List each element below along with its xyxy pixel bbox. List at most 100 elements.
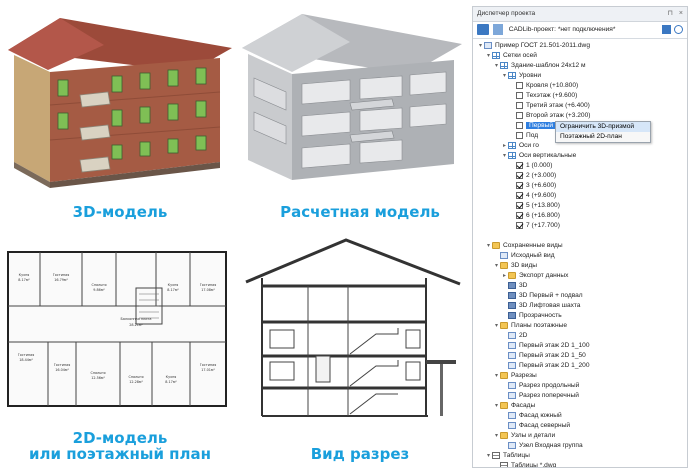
tree-item-v2[interactable]: 2 (+3.000) [473, 171, 556, 181]
tree-item-tabs[interactable]: ▾ Таблицы [473, 451, 530, 461]
connect-icon[interactable] [492, 23, 503, 35]
expand-down-icon[interactable]: ▾ [477, 41, 484, 51]
tree-item-t1[interactable]: Таблицы *.dwg [473, 461, 556, 467]
view-icon [508, 381, 516, 389]
tree-item-p50[interactable]: Первый этаж 2D 1_50 [473, 351, 586, 361]
tree-item-bldg[interactable]: ▾ Здание-шаблон 24x12 м [473, 61, 586, 71]
menu-item-floor-2d-plan[interactable]: Поэтажный 2D-план [556, 132, 650, 142]
folder-icon [500, 401, 508, 409]
cube-icon [508, 291, 516, 299]
checkbox[interactable] [516, 101, 523, 109]
close-icon[interactable]: × [679, 7, 683, 21]
expand-down-icon[interactable]: ▾ [493, 261, 500, 271]
tree-item-p100[interactable]: Первый этаж 2D 1_100 [473, 341, 590, 351]
tree-item-c1[interactable]: Разрез продольный [473, 381, 579, 391]
tree-item-v7[interactable]: 7 (+17.700) [473, 221, 560, 231]
expand-down-icon[interactable]: ▾ [485, 241, 492, 251]
expand-right-icon[interactable]: ▸ [501, 141, 508, 151]
caption-calc-model: Расчетная модель [280, 203, 440, 221]
view-icon [508, 391, 516, 399]
caption-3d-model: 3D-модель [72, 203, 168, 221]
checkbox[interactable] [516, 181, 523, 189]
tree-item-p2d[interactable]: 2D [473, 331, 527, 341]
view-icon [508, 421, 516, 429]
calc-model-image [242, 14, 462, 180]
tree-item-d3d[interactable]: 3D [473, 281, 527, 291]
checkbox[interactable] [516, 211, 523, 219]
tree-item-label: Первый этаж 2D 1_200 [519, 362, 590, 369]
grid-icon [508, 71, 516, 79]
checkbox[interactable] [516, 161, 523, 169]
tree-item-label: Техэтаж (+9.600) [526, 92, 578, 99]
tree-item-v3[interactable]: 3 (+6.600) [473, 181, 556, 191]
tree-item-nodes[interactable]: ▾ Узлы и детали [473, 431, 555, 441]
tree-item-label: Под [526, 132, 539, 139]
tree-item-ax1[interactable]: ▸ Оси го [473, 141, 539, 151]
settings-icon[interactable] [674, 25, 683, 34]
tree-item-c2[interactable]: Разрез поперечный [473, 391, 579, 401]
pin-icon[interactable]: ⊓ [668, 7, 673, 21]
plan-room-area: 28.21м² [129, 323, 143, 327]
expand-down-icon[interactable]: ▾ [485, 51, 492, 61]
caption-2d-line1: 2D-модель [72, 429, 168, 447]
checkbox[interactable] [516, 121, 523, 129]
plan-room-area: 8.17м² [167, 288, 179, 292]
tree-item-root[interactable]: ▾ Пример ГОСТ 21.501-2011.dwg [473, 41, 590, 51]
plan-room-label: Кухня [166, 375, 177, 379]
checkbox[interactable] [516, 201, 523, 209]
tree-item-v3d[interactable]: ▾ 3D виды [473, 261, 537, 271]
tree-item-l3[interactable]: Третий этаж (+6.400) [473, 101, 590, 111]
tree-item-n1[interactable]: Узел Входная группа [473, 441, 583, 451]
panel-title-bar: Диспетчер проекта ⊓ × [473, 7, 687, 22]
tree-item-d3d1[interactable]: 3D Первый + подвал [473, 291, 583, 301]
checkbox[interactable] [516, 171, 523, 179]
menu-item-limit-3d-prism[interactable]: Ограничить 3D-призмой [556, 122, 650, 132]
folder-icon [492, 241, 500, 249]
tree-item-l4[interactable]: Второй этаж (+3.200) [473, 111, 590, 121]
tree-item-p200[interactable]: Первый этаж 2D 1_200 [473, 361, 590, 371]
tree-item-v5[interactable]: 5 (+13.800) [473, 201, 560, 211]
plan-room-area: 17.08м² [201, 288, 215, 292]
tree-item-l2[interactable]: Техэтаж (+9.600) [473, 91, 577, 101]
tree-item-saved[interactable]: ▾ Сохраненные виды [473, 241, 563, 251]
expand-down-icon[interactable]: ▾ [493, 61, 500, 71]
save-icon[interactable] [662, 25, 671, 34]
checkbox[interactable] [516, 111, 523, 119]
tree-item-plans[interactable]: ▾ Планы поэтажные [473, 321, 567, 331]
checkbox[interactable] [516, 221, 523, 229]
tree-item-levels[interactable]: ▾ Уровни [473, 71, 541, 81]
expand-down-icon[interactable]: ▾ [501, 151, 508, 161]
checkbox[interactable] [516, 91, 523, 99]
tree-item-orig[interactable]: Исходный вид [473, 251, 555, 261]
checkbox[interactable] [516, 191, 523, 199]
tree-item-label: Прозрачность [519, 312, 562, 319]
tree-item-v6[interactable]: 6 (+16.800) [473, 211, 560, 221]
tree-item-v1[interactable]: 1 (0.000) [473, 161, 552, 171]
checkbox[interactable] [516, 131, 523, 139]
tree-item-label: Узел Входная группа [519, 442, 583, 449]
tree-item-l1[interactable]: Кровля (+10.800) [473, 81, 578, 91]
tree-item-d3d2[interactable]: 3D Лифтовая шахта [473, 301, 580, 311]
tree-item-v4[interactable]: 4 (+9.600) [473, 191, 556, 201]
tree-item-fac[interactable]: ▾ Фасады [473, 401, 535, 411]
plan-room-label: Балконная плита [121, 317, 152, 321]
expand-down-icon[interactable]: ▾ [493, 371, 500, 381]
database-icon[interactable] [477, 23, 489, 35]
tree-item-f2[interactable]: Фасад северный [473, 421, 570, 431]
expand-right-icon[interactable]: ▸ [501, 271, 508, 281]
tree-item-cuts[interactable]: ▾ Разрезы [473, 371, 537, 381]
tree-item-grids[interactable]: ▾ Сетки осей [473, 51, 537, 61]
expand-down-icon[interactable]: ▾ [485, 451, 492, 461]
tree-item-exp[interactable]: ▸ Экспорт данных [473, 271, 568, 281]
plan-room-label: Спальня [91, 283, 106, 287]
expand-down-icon[interactable]: ▾ [493, 431, 500, 441]
tree-item-l6[interactable]: Под [473, 131, 538, 141]
tree-item-f1[interactable]: Фасад южный [473, 411, 562, 421]
tree-item-trans[interactable]: Прозрачность [473, 311, 562, 321]
tree-item-label: Оси вертикальные [519, 152, 577, 159]
expand-down-icon[interactable]: ▾ [501, 71, 508, 81]
expand-down-icon[interactable]: ▾ [493, 401, 500, 411]
expand-down-icon[interactable]: ▾ [493, 321, 500, 331]
tree-item-ax2[interactable]: ▾ Оси вертикальные [473, 151, 576, 161]
checkbox[interactable] [516, 81, 523, 89]
